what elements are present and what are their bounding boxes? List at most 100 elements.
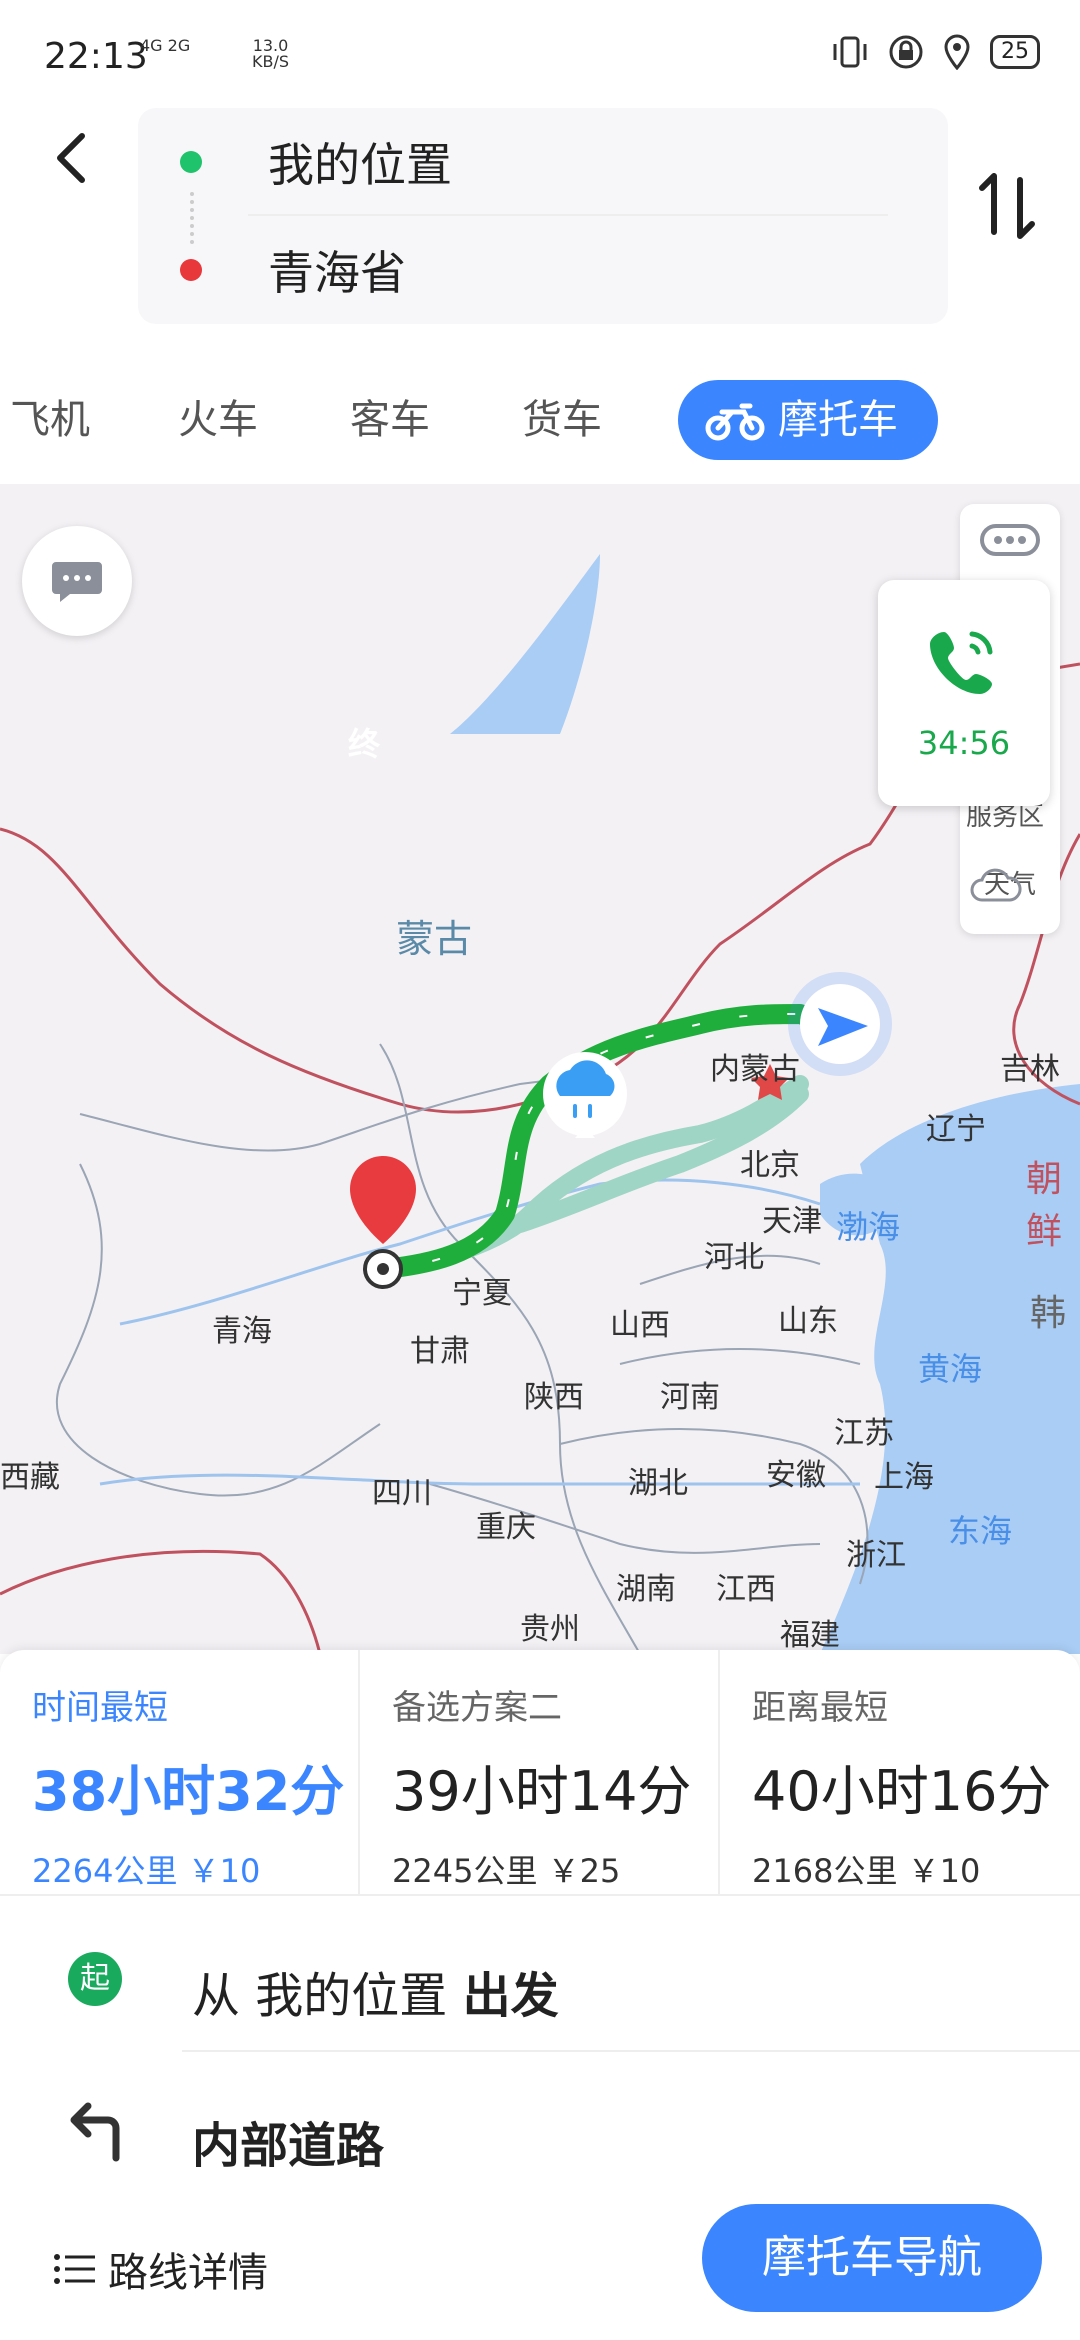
turn-left-icon bbox=[70, 2102, 120, 2162]
weather-button[interactable]: 天气 bbox=[966, 864, 1054, 944]
vibrate-icon bbox=[833, 36, 867, 68]
map-label: 重庆 bbox=[476, 1510, 536, 1545]
more-options-icon[interactable] bbox=[960, 504, 1060, 574]
start-place: 我的位置 bbox=[255, 1968, 448, 2024]
message-button[interactable] bbox=[22, 526, 132, 636]
start-suffix: 出发 bbox=[462, 1968, 559, 2024]
route-meta: 2245公里 ￥25 bbox=[392, 1846, 718, 1892]
map-label: 韩 bbox=[1030, 1293, 1067, 1334]
status-time: 22:13 bbox=[44, 36, 148, 77]
battery-indicator: 25 bbox=[990, 35, 1040, 69]
start-prefix: 从 bbox=[192, 1968, 241, 2024]
route-meta: 2168公里 ￥10 bbox=[752, 1846, 1080, 1892]
motorcycle-icon bbox=[705, 403, 765, 441]
map-label: 内蒙古 bbox=[710, 1052, 800, 1087]
tab-train[interactable]: 火车 bbox=[178, 360, 258, 480]
map-label: 渤海 bbox=[836, 1208, 901, 1246]
map-label: 河北 bbox=[704, 1240, 764, 1275]
map-label: 东海 bbox=[948, 1512, 1013, 1550]
route-duration: 40小时16分 bbox=[752, 1760, 1052, 1823]
route-option-fastest[interactable]: 时间最短 38小时32分 2264公里 ￥10 bbox=[0, 1650, 360, 1894]
origin-dot-icon bbox=[180, 151, 202, 173]
map-label: 蒙古 bbox=[396, 917, 473, 961]
road-name: 内部道路 bbox=[192, 2118, 385, 2174]
back-icon[interactable] bbox=[44, 128, 104, 188]
map-label: 上海 bbox=[874, 1460, 934, 1495]
speed-unit: KB/S bbox=[252, 52, 290, 71]
map-label: 天津 bbox=[762, 1204, 822, 1239]
map-label: 吉林 bbox=[1000, 1052, 1060, 1087]
lock-icon bbox=[889, 35, 923, 69]
map-label: 湖南 bbox=[616, 1572, 676, 1607]
phone-icon bbox=[930, 631, 993, 694]
map-label: 江西 bbox=[716, 1572, 776, 1607]
route-details-label: 路线详情 bbox=[108, 2250, 268, 2296]
route-cost: ￥10 bbox=[907, 1852, 981, 1890]
route-meta: 2264公里 ￥10 bbox=[32, 1846, 358, 1892]
transport-tabs: 飞机 火车 客车 货车 摩托车 bbox=[0, 360, 1080, 802]
route-duration: 38小时32分 bbox=[32, 1760, 345, 1823]
map-label: 西藏 bbox=[0, 1460, 60, 1495]
chat-icon bbox=[52, 562, 102, 602]
call-time: 34:56 bbox=[917, 724, 1011, 762]
map-label: 宁夏 bbox=[452, 1276, 512, 1311]
tab-motorcycle-label: 摩托车 bbox=[778, 397, 898, 443]
map-label: 贵州 bbox=[520, 1612, 580, 1647]
destination-text: 青海省 bbox=[268, 246, 406, 300]
route-option-alt[interactable]: 备选方案二 39小时14分 2245公里 ￥25 bbox=[360, 1650, 720, 1894]
route-step-start[interactable]: 起 从 我的位置 出发 bbox=[0, 1920, 1080, 2040]
map-label: 甘肃 bbox=[410, 1334, 470, 1369]
location-icon bbox=[944, 34, 970, 70]
route-cost: ￥10 bbox=[187, 1852, 261, 1890]
network-speed: 13.0 KB/S bbox=[252, 38, 289, 70]
route-label: 距离最短 bbox=[752, 1688, 888, 1728]
route-details-button[interactable]: 路线详情 bbox=[52, 2240, 268, 2298]
call-timer-card[interactable]: 34:56 bbox=[878, 580, 1050, 806]
list-icon bbox=[54, 2254, 95, 2284]
route-header: 我的位置 青海省 bbox=[0, 100, 1080, 340]
map-label: 福建 bbox=[780, 1618, 840, 1653]
swap-icon[interactable] bbox=[962, 166, 1050, 246]
route-distance: 2245公里 bbox=[392, 1852, 538, 1890]
origin-field[interactable]: 我的位置 bbox=[138, 108, 948, 216]
origin-text: 我的位置 bbox=[268, 138, 452, 192]
start-badge: 起 bbox=[68, 1952, 122, 2006]
network-indicator: 4G 2G bbox=[140, 36, 191, 55]
route-options: 时间最短 38小时32分 2264公里 ￥10 备选方案二 39小时14分 22… bbox=[0, 1650, 1080, 1894]
map-label: 安徽 bbox=[766, 1458, 826, 1493]
route-option-shortest[interactable]: 距离最短 40小时16分 2168公里 ￥10 bbox=[720, 1650, 1080, 1894]
start-step-text: 从 我的位置 出发 bbox=[192, 1956, 559, 2026]
map-label: 北京 bbox=[740, 1148, 800, 1183]
status-icons: 25 bbox=[830, 34, 1040, 70]
route-distance: 2264公里 bbox=[32, 1852, 178, 1890]
route-label: 备选方案二 bbox=[392, 1688, 562, 1728]
map-label: 浙江 bbox=[846, 1538, 906, 1573]
tab-bus[interactable]: 客车 bbox=[350, 360, 430, 480]
map-label: 陕西 bbox=[524, 1380, 584, 1415]
destination-field[interactable]: 青海省 bbox=[138, 216, 948, 324]
route-sheet: 时间最短 38小时32分 2264公里 ￥10 备选方案二 39小时14分 22… bbox=[0, 1650, 1080, 2340]
route-inputs: 我的位置 青海省 bbox=[138, 108, 948, 324]
end-marker-label: 终 bbox=[348, 725, 381, 763]
route-step-road[interactable]: 内部道路 bbox=[0, 2070, 1080, 2190]
divider bbox=[182, 2050, 1080, 2052]
tab-plane[interactable]: 飞机 bbox=[10, 360, 90, 480]
map-view[interactable]: 终 蒙古 内蒙古 吉林 辽宁 朝鲜 北京 天津 渤海 河北 宁夏 青海 甘肃 山… bbox=[0, 484, 1080, 1654]
sheet-footer: 路线详情 摩托车导航 bbox=[0, 2204, 1080, 2340]
route-label: 时间最短 bbox=[32, 1688, 168, 1728]
start-navigation-button[interactable]: 摩托车导航 bbox=[702, 2204, 1042, 2312]
tab-motorcycle[interactable]: 摩托车 bbox=[678, 380, 938, 460]
map-label: 河南 bbox=[660, 1380, 720, 1415]
map-label: 辽宁 bbox=[926, 1112, 986, 1147]
map-label: 青海 bbox=[212, 1314, 272, 1349]
map-label: 朝鲜 bbox=[1026, 1159, 1063, 1252]
status-bar: 22:13 4G 2G 13.0 KB/S 25 bbox=[0, 0, 1080, 100]
map-label: 四川 bbox=[372, 1476, 432, 1511]
tab-truck[interactable]: 货车 bbox=[522, 360, 602, 480]
map-label: 黄海 bbox=[918, 1350, 983, 1388]
map-label: 山东 bbox=[778, 1304, 838, 1339]
map-label: 山西 bbox=[610, 1308, 670, 1343]
map-label: 江苏 bbox=[834, 1416, 894, 1451]
map-label: 湖北 bbox=[628, 1466, 688, 1501]
destination-dot-icon bbox=[180, 259, 202, 281]
